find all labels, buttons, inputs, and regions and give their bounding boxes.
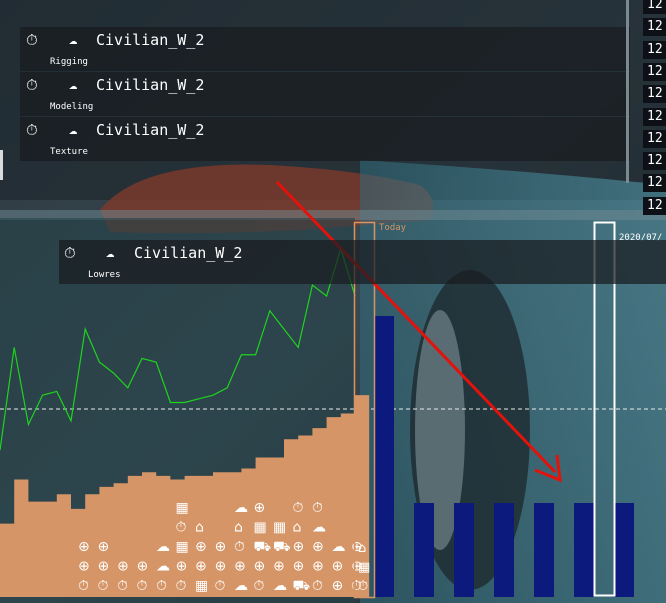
future-bar: [454, 503, 474, 597]
bullseye-icon: ⊕: [312, 559, 324, 575]
timer-icon: ⏱: [117, 578, 128, 594]
timer-icon: ⏱: [137, 578, 148, 594]
bullseye-icon: ⊕: [332, 578, 344, 594]
clapper-icon: ▦: [176, 500, 189, 516]
stopwatch-icon: ⏱: [64, 244, 76, 262]
future-bar: [574, 503, 594, 597]
future-bar: [494, 503, 514, 597]
bullseye-icon: ⊕: [78, 539, 90, 555]
brain-icon: ☁: [312, 520, 326, 536]
brain-icon: ☁: [273, 578, 287, 594]
floating-task-row[interactable]: ⏱ ☁ Civilian_W_2 Lowres: [59, 240, 666, 284]
timer-icon: ⏱: [358, 579, 368, 594]
bullseye-icon: ⊕: [254, 559, 266, 575]
brain-icon: ☁: [234, 578, 248, 594]
bullseye-icon: ⊕: [195, 559, 207, 575]
bullseye-icon: ⊕: [312, 539, 324, 555]
home-icon: ⌂: [358, 541, 366, 556]
bullseye-icon: ⊕: [254, 500, 266, 516]
bullseye-icon: ⊕: [215, 559, 227, 575]
brain-icon: ☁: [106, 245, 115, 261]
brain-icon: ☁: [332, 539, 346, 555]
task-name: Civilian_W_2: [134, 244, 243, 262]
timer-icon: ⏱: [312, 500, 323, 516]
timer-icon: ⏱: [254, 578, 265, 594]
bullseye-icon: ⊕: [293, 559, 305, 575]
clapper-icon: ▦: [273, 520, 286, 536]
step-name: Lowres: [88, 270, 121, 280]
clapper-icon: ▦: [358, 560, 370, 575]
bullseye-icon: ⊕: [195, 539, 207, 555]
bullseye-icon: ⊕: [137, 559, 149, 575]
brain-icon: ☁: [156, 539, 170, 555]
bullseye-icon: ⊕: [117, 559, 129, 575]
timer-icon: ⏱: [293, 500, 304, 516]
bullseye-icon: ⊕: [273, 559, 285, 575]
clapper-icon: ▦: [195, 578, 208, 594]
bullseye-icon: ⊕: [332, 559, 344, 575]
timer-icon: ⏱: [176, 578, 187, 594]
bullseye-icon: ⊕: [98, 559, 110, 575]
timer-icon: ⏱: [176, 520, 187, 536]
home-icon: ⌂: [234, 520, 243, 536]
clapper-icon: ▦: [176, 539, 189, 555]
bullseye-icon: ⊕: [234, 559, 246, 575]
timer-icon: ⏱: [215, 578, 226, 594]
timer-icon: ⏱: [78, 578, 89, 594]
brain-icon: ☁: [156, 559, 170, 575]
car-icon: ⛟: [254, 539, 272, 555]
future-bar: [614, 503, 634, 597]
bullseye-icon: ⊕: [98, 539, 110, 555]
bullseye-icon: ⊕: [215, 539, 227, 555]
clapper-icon: ▦: [254, 520, 267, 536]
bullseye-icon: ⊕: [176, 559, 188, 575]
car-icon: ⛟: [293, 578, 311, 594]
bullseye-icon: ⊕: [78, 559, 90, 575]
timer-icon: ⏱: [312, 578, 323, 594]
today-label: Today: [379, 223, 407, 233]
car-icon: ⛟: [273, 539, 291, 555]
future-bar: [534, 503, 554, 597]
timer-icon: ⏱: [156, 578, 167, 594]
workload-chart: ⏱⊕⊕⏱⊕⊕⏱⊕⏱⊕⏱☁☁⏱⊕▦⏱▦▦⊕⊕⌂⏱⊕⊕☁⊕⏱⌂☁⏱⊕⛟▦⊕☁⊕⛟▦⛟…: [0, 180, 634, 599]
timer-icon: ⏱: [98, 578, 109, 594]
home-icon: ⌂: [293, 520, 302, 536]
bullseye-icon: ⊕: [293, 539, 305, 555]
future-bar: [414, 503, 434, 597]
future-bar: [374, 316, 394, 597]
brain-icon: ☁: [234, 500, 248, 516]
home-icon: ⌂: [195, 520, 204, 536]
timer-icon: ⏱: [234, 539, 245, 555]
